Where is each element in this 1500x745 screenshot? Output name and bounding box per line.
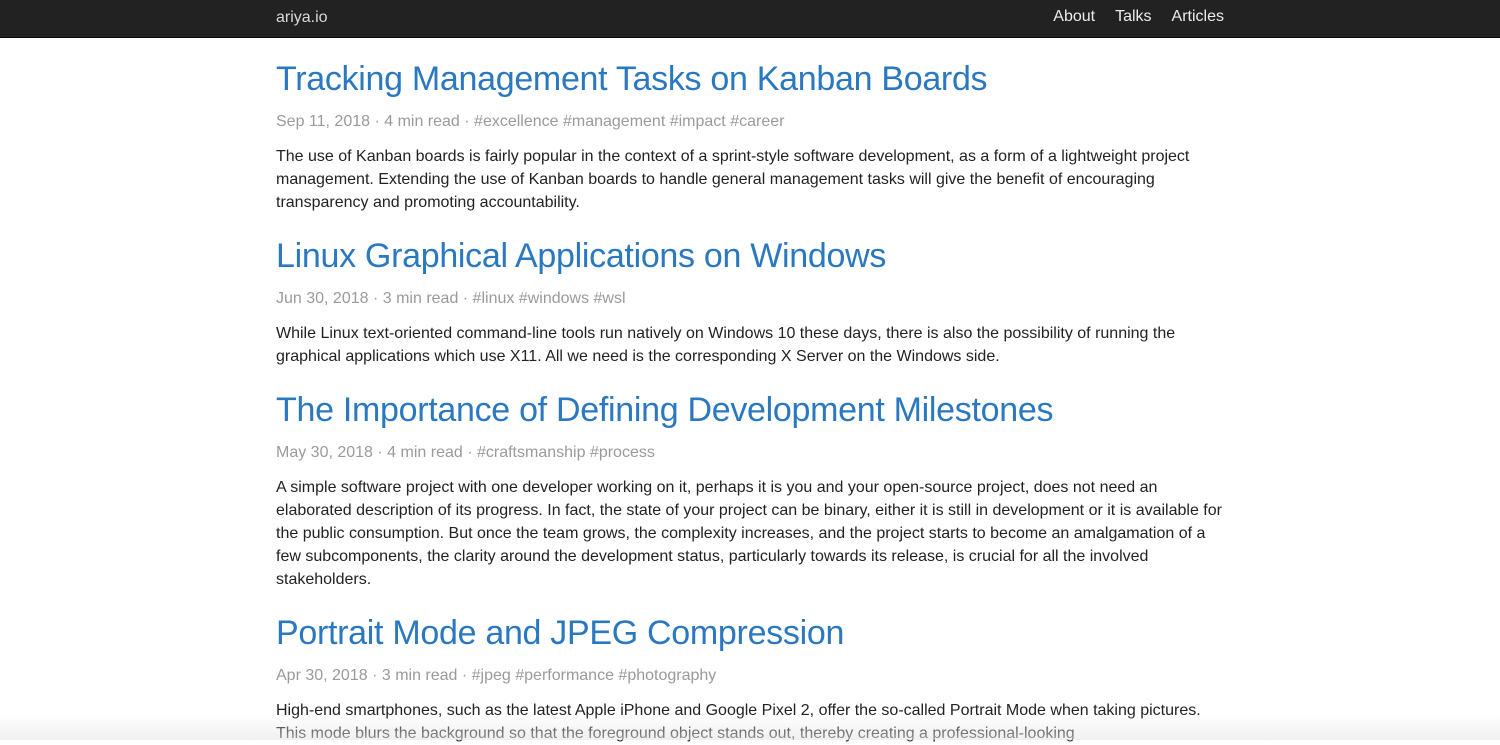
- post-title-link[interactable]: Linux Graphical Applications on Windows: [276, 236, 1226, 276]
- post-title-link[interactable]: The Importance of Defining Development M…: [276, 390, 1226, 430]
- top-navbar: ariya.io About Talks Articles: [0, 0, 1500, 38]
- post-item: Portrait Mode and JPEG Compression Apr 3…: [276, 613, 1226, 745]
- post-item: Linux Graphical Applications on Windows …: [276, 236, 1226, 368]
- nav-link-about[interactable]: About: [1053, 8, 1095, 26]
- nav-link-articles[interactable]: Articles: [1172, 8, 1224, 26]
- post-excerpt: While Linux text-oriented command-line t…: [276, 322, 1226, 368]
- nav-link-talks[interactable]: Talks: [1115, 8, 1151, 26]
- site-brand-link[interactable]: ariya.io: [276, 9, 328, 27]
- post-meta: Sep 11, 2018 · 4 min read · #excellence …: [276, 112, 1226, 132]
- post-list: Tracking Management Tasks on Kanban Boar…: [276, 38, 1226, 745]
- nav-links: About Talks Articles: [1053, 8, 1224, 26]
- post-item: Tracking Management Tasks on Kanban Boar…: [276, 59, 1226, 214]
- post-excerpt: A simple software project with one devel…: [276, 476, 1226, 591]
- post-item: The Importance of Defining Development M…: [276, 390, 1226, 591]
- post-title-link[interactable]: Portrait Mode and JPEG Compression: [276, 613, 1226, 653]
- post-title-link[interactable]: Tracking Management Tasks on Kanban Boar…: [276, 59, 1226, 99]
- post-meta: Apr 30, 2018 · 3 min read · #jpeg #perfo…: [276, 666, 1226, 686]
- post-meta: Jun 30, 2018 · 3 min read · #linux #wind…: [276, 289, 1226, 309]
- post-excerpt: The use of Kanban boards is fairly popul…: [276, 145, 1226, 214]
- post-meta: May 30, 2018 · 4 min read · #craftsmansh…: [276, 443, 1226, 463]
- post-excerpt: High-end smartphones, such as the latest…: [276, 699, 1226, 745]
